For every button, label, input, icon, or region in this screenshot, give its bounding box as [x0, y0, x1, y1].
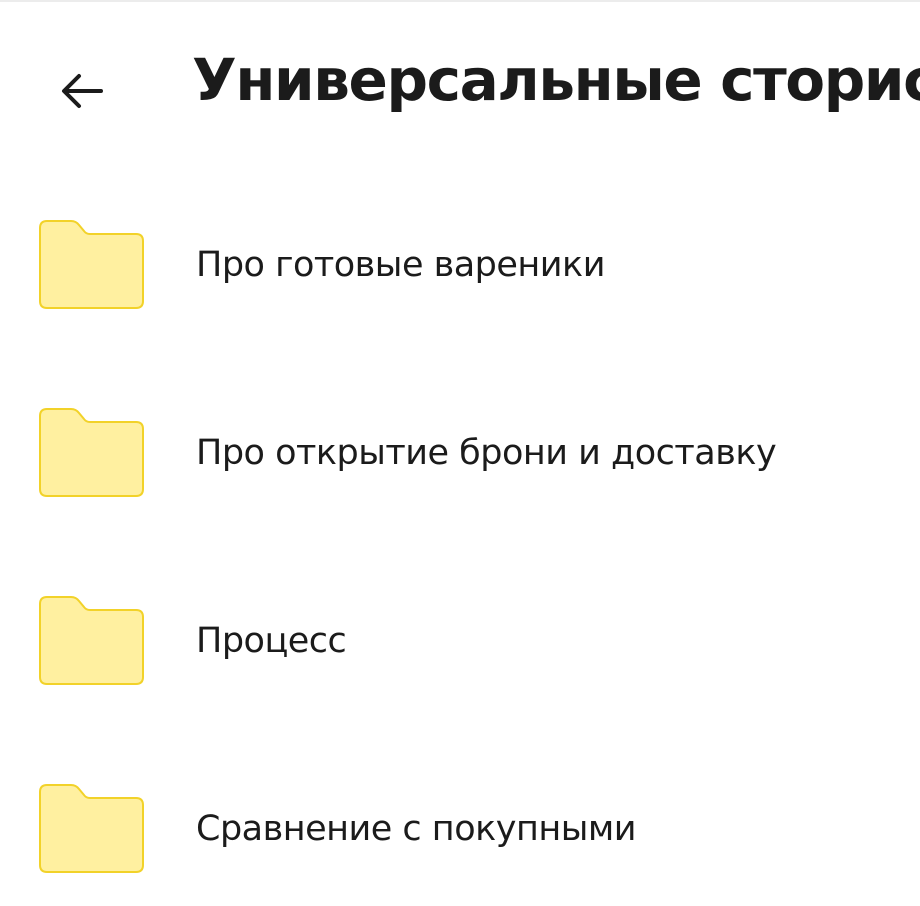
folder-item[interactable]: Про готовые вареники	[0, 192, 920, 342]
folder-icon	[39, 408, 144, 497]
folder-item[interactable]: Сравнение с покупными	[0, 756, 920, 906]
folder-label: Про открытие брони и доставку	[196, 433, 777, 473]
folder-icon	[39, 784, 144, 873]
folder-list: Про готовые вареники Про открытие брони …	[0, 0, 920, 903]
folder-label: Про готовые вареники	[196, 245, 605, 285]
folder-label: Процесс	[196, 621, 347, 661]
folder-item[interactable]: Про открытие брони и доставку	[0, 380, 920, 530]
folder-icon	[39, 220, 144, 309]
folder-label: Сравнение с покупными	[196, 809, 637, 849]
folder-icon	[39, 596, 144, 685]
folder-item[interactable]: Процесс	[0, 568, 920, 718]
